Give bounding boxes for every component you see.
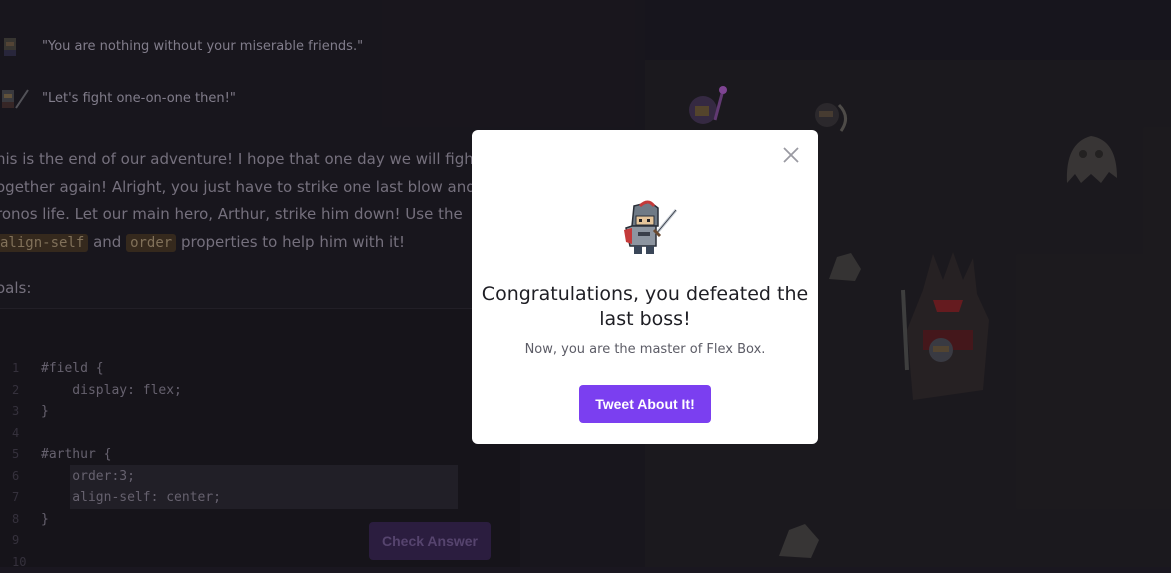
tweet-button[interactable]: Tweet About It! (579, 385, 711, 423)
close-icon[interactable] (780, 144, 802, 166)
knight-hero-icon (620, 200, 680, 256)
modal-subtitle: Now, you are the master of Flex Box. (472, 342, 818, 357)
modal-title: Congratulations, you defeated the last b… (472, 282, 818, 332)
victory-modal: Congratulations, you defeated the last b… (472, 130, 818, 444)
